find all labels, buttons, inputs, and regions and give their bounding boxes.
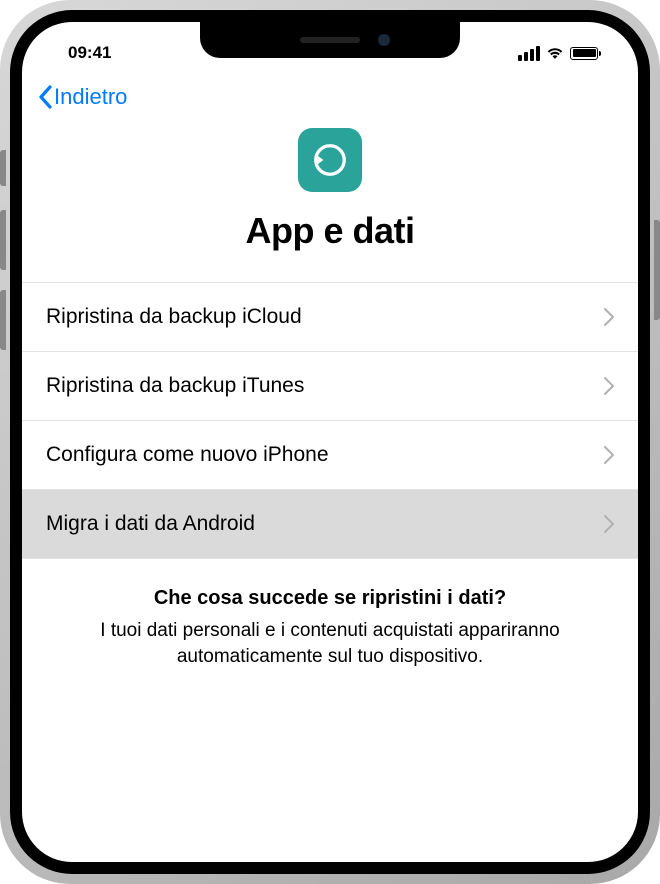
page-title: App e dati — [245, 210, 414, 252]
chevron-left-icon — [38, 85, 52, 109]
option-restore-icloud[interactable]: Ripristina da backup iCloud — [22, 283, 638, 352]
options-list: Ripristina da backup iCloud Ripristina d… — [22, 282, 638, 559]
restore-icon — [298, 128, 362, 192]
volume-up-button — [0, 210, 6, 270]
chevron-right-icon — [604, 515, 614, 533]
phone-frame: 09:41 — [0, 0, 660, 884]
option-setup-new[interactable]: Configura come nuovo iPhone — [22, 421, 638, 490]
chevron-right-icon — [604, 377, 614, 395]
wifi-icon — [546, 46, 564, 60]
option-label: Ripristina da backup iCloud — [46, 305, 302, 329]
footer-title: Che cosa succede se ripristini i dati? — [58, 587, 602, 610]
chevron-right-icon — [604, 308, 614, 326]
back-label: Indietro — [54, 84, 127, 110]
cellular-signal-icon — [518, 46, 540, 61]
option-migrate-android[interactable]: Migra i dati da Android — [22, 490, 638, 559]
power-button — [654, 220, 660, 320]
volume-down-button — [0, 290, 6, 350]
mute-switch — [0, 150, 6, 186]
option-label: Ripristina da backup iTunes — [46, 374, 304, 398]
option-label: Migra i dati da Android — [46, 512, 255, 536]
chevron-right-icon — [604, 446, 614, 464]
option-label: Configura come nuovo iPhone — [46, 443, 329, 467]
option-restore-itunes[interactable]: Ripristina da backup iTunes — [22, 352, 638, 421]
battery-icon — [570, 47, 598, 60]
header: App e dati — [22, 116, 638, 282]
footer: Che cosa succede se ripristini i dati? I… — [22, 559, 638, 669]
screen: 09:41 — [22, 22, 638, 862]
footer-body: I tuoi dati personali e i contenuti acqu… — [58, 618, 602, 669]
notch — [200, 22, 460, 58]
back-button[interactable]: Indietro — [38, 84, 127, 110]
status-time: 09:41 — [68, 43, 111, 62]
nav-bar: Indietro — [22, 70, 638, 116]
